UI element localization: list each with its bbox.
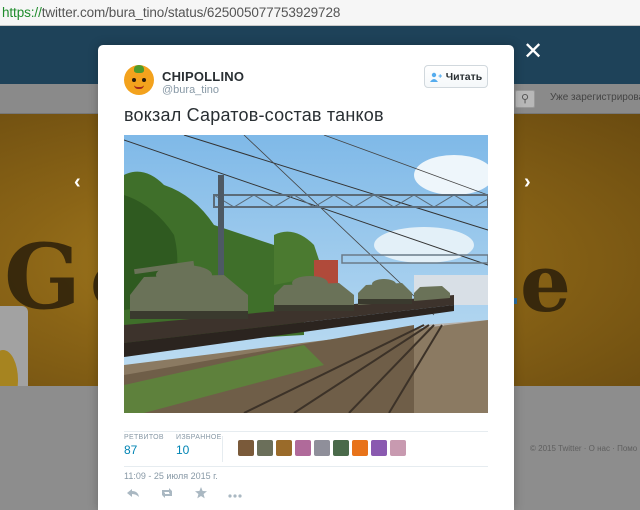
avatar-leaf [134, 65, 144, 73]
favoriter-avatar[interactable] [352, 440, 368, 456]
tweet-photo[interactable] [124, 135, 488, 413]
favorites-label: ИЗБРАННОЕ [176, 434, 222, 441]
follow-label: Читать [445, 70, 483, 83]
favoriter-avatar[interactable] [295, 440, 311, 456]
retweets-stat[interactable]: РЕТВИТОВ 87 [124, 434, 164, 457]
follow-person-icon [429, 72, 442, 82]
retweets-count: 87 [124, 443, 138, 457]
favoriters-avatars [238, 440, 406, 456]
url-scheme: https:// [2, 5, 42, 20]
more-icon[interactable] [228, 487, 242, 502]
tweet-timestamp[interactable]: 11:09 - 25 июля 2015 г. [124, 471, 218, 481]
next-tweet-arrow-icon[interactable]: › [524, 172, 531, 192]
avatar-mouth [134, 85, 144, 89]
favoriter-avatar[interactable] [314, 440, 330, 456]
favoriter-avatar[interactable] [390, 440, 406, 456]
close-icon[interactable]: ✕ [522, 40, 544, 64]
favoriter-avatar[interactable] [238, 440, 254, 456]
favorites-count: 10 [176, 443, 190, 457]
address-bar[interactable]: https://twitter.com/bura_tino/status/625… [0, 0, 640, 26]
favorites-stat[interactable]: ИЗБРАННОЕ 10 [176, 434, 222, 457]
avatar-eye [142, 78, 146, 82]
previous-tweet-arrow-icon[interactable]: ‹ [74, 172, 81, 192]
favoriter-avatar[interactable] [333, 440, 349, 456]
banner-decoration: e [520, 236, 571, 330]
user-avatar[interactable] [124, 65, 154, 95]
stats-divider [222, 436, 223, 462]
tweet-actions [126, 487, 242, 502]
avatar-eye [132, 78, 136, 82]
follow-button[interactable]: Читать [424, 65, 488, 88]
favoriter-avatar[interactable] [276, 440, 292, 456]
url-text: twitter.com/bura_tino/status/62500507775… [41, 5, 341, 20]
retweets-label: РЕТВИТОВ [124, 434, 164, 441]
favoriter-avatar[interactable] [257, 440, 273, 456]
display-name[interactable]: CHIPOLLINO [162, 69, 244, 84]
favoriter-avatar[interactable] [371, 440, 387, 456]
user-handle[interactable]: @bura_tino [162, 84, 219, 96]
tweet-modal: CHIPOLLINO @bura_tino Читать вокзал Сара… [98, 45, 514, 510]
page-footer: © 2015 Twitter · О нас · Помо [530, 444, 638, 453]
favorite-star-icon[interactable] [194, 487, 208, 502]
tweet-stats: РЕТВИТОВ 87 ИЗБРАННОЕ 10 [124, 431, 488, 467]
retweet-icon[interactable] [160, 487, 174, 502]
search-icon[interactable]: ⚲ [515, 90, 535, 108]
photo-content [124, 135, 488, 413]
reply-icon[interactable] [126, 487, 140, 502]
already-registered-link[interactable]: Уже зарегистрированы? [550, 92, 640, 103]
tweet-text: вокзал Саратов-состав танков [124, 105, 384, 125]
